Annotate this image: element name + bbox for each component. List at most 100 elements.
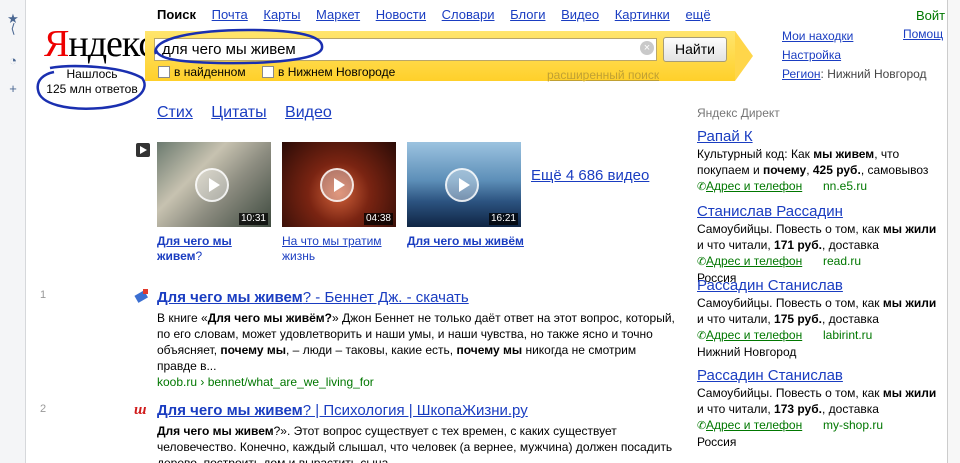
koob-icon — [134, 289, 148, 303]
snippet-text: , доставка — [821, 402, 879, 416]
video-title[interactable]: Для чего мы живём — [407, 234, 525, 261]
user-links: Мои находки Настройка Регион: Нижний Нов… — [782, 27, 927, 84]
ad-site[interactable]: nn.e5.ru — [823, 178, 867, 194]
result-url[interactable]: koob.ru › bennet/what_are_we_living_for — [157, 374, 677, 390]
result-title[interactable]: Для чего мы живем? | Психология | ШкопаЖ… — [157, 402, 677, 420]
highlight-text: мы живем — [813, 147, 875, 161]
service-news[interactable]: Новости — [376, 7, 426, 22]
service-maps[interactable]: Карты — [263, 7, 300, 22]
highlight-text: мы жили — [882, 296, 937, 310]
service-video[interactable]: Видео — [561, 7, 599, 22]
video-thumbnail[interactable]: 16:21 — [407, 142, 521, 227]
highlight-text: 425 руб. — [812, 163, 861, 177]
checkbox-box[interactable] — [158, 66, 170, 78]
snippet-text: , самовывоз — [860, 163, 929, 177]
phone-icon: ✆ — [697, 330, 707, 342]
highlight-text: почему — [763, 163, 807, 177]
snippet-text: Самоубийцы. Повесть о том, как — [697, 386, 883, 400]
plus-icon[interactable]: + — [6, 82, 20, 96]
ad-title[interactable]: Рассадин Станислав — [697, 367, 945, 385]
video-thumbnail[interactable]: 04:38 — [282, 142, 396, 227]
ad-site[interactable]: labirint.ru — [823, 327, 872, 343]
login-link[interactable]: Войт — [916, 8, 945, 23]
ad-title[interactable]: Станислав Рассадин — [697, 203, 945, 221]
ad-site[interactable]: my-shop.ru — [823, 417, 883, 433]
search-input[interactable]: для чего мы живем — [154, 38, 657, 61]
highlight-text: Для чего мы живем — [157, 424, 274, 438]
play-icon[interactable] — [320, 168, 354, 202]
snippet-text: Самоубийцы. Повесть о том, как — [697, 222, 883, 236]
find-button[interactable]: Найти — [663, 37, 727, 62]
scrollbar[interactable] — [947, 0, 960, 463]
ad-title[interactable]: Рапай К — [697, 128, 945, 146]
share-icon[interactable]: ⟨ — [6, 22, 20, 36]
ad-title[interactable]: Рассадин Станислав — [697, 277, 945, 295]
highlight-text: 175 руб. — [774, 312, 822, 326]
region-row: Регион: Нижний Новгород — [782, 65, 927, 84]
search-bar-arrow — [735, 31, 753, 81]
ad-address-link[interactable]: Адрес и телефон — [706, 328, 802, 342]
snippet-text: , доставка — [821, 312, 879, 326]
service-blogs[interactable]: Блоги — [510, 7, 545, 22]
search-result: Для чего мы живем? - Беннет Дж. - скачат… — [157, 289, 677, 390]
ad-block: Станислав Рассадин Самоубийцы. Повесть о … — [697, 203, 945, 286]
video-duration: 04:38 — [363, 213, 393, 225]
ad-block: Рассадин Станислав Самоубийцы. Повесть о … — [697, 277, 945, 360]
ad-text: Самоубийцы. Повесть о том, как мы жили и… — [697, 221, 945, 253]
ad-region: Нижний Новгород — [697, 345, 797, 359]
ad-meta: ✆Адрес и телефон nn.e5.ru — [697, 178, 945, 195]
highlight-text: Для чего мы живём? — [207, 311, 332, 325]
service-images[interactable]: Картинки — [615, 7, 670, 22]
yandex-serp: ★ ⟨ ◔ + Яндекс Нашлось 125 млн ответов П… — [0, 0, 960, 463]
tab-verse[interactable]: Стих — [157, 104, 193, 121]
ad-text: Самоубийцы. Повесть о том, как мы жили и… — [697, 385, 945, 417]
video-duration: 16:21 — [488, 213, 518, 225]
result-snippet: Для чего мы живем?». Этот вопрос существ… — [157, 423, 677, 463]
tab-quotes[interactable]: Цитаты — [211, 104, 266, 121]
service-dictionaries[interactable]: Словари — [442, 7, 495, 22]
snippet-text: Культурный код: Как — [697, 147, 814, 161]
highlight-text: 171 руб. — [774, 238, 822, 252]
snippet-text: , – люди – таковы, какие есть, — [286, 343, 457, 357]
service-more[interactable]: ещё — [685, 7, 710, 22]
search-in-region-checkbox[interactable]: в Нижнем Новгороде — [262, 65, 395, 79]
ad-address-link[interactable]: Адрес и телефон — [706, 179, 802, 193]
service-mail[interactable]: Почта — [212, 7, 248, 22]
services-nav: Поиск Почта Карты Маркет Новости Словари… — [157, 7, 723, 22]
result-number: 1 — [40, 289, 47, 301]
my-finds-link[interactable]: Мои находки — [782, 27, 927, 46]
results-count-value: 125 млн ответов — [46, 82, 138, 96]
settings-link[interactable]: Настройка — [782, 46, 927, 65]
ad-meta: ✆Адрес и телефон my-shop.ru — [697, 417, 945, 434]
video-thumbnail[interactable]: 10:31 — [157, 142, 271, 227]
clear-search-icon[interactable]: × — [640, 41, 654, 55]
clock-icon[interactable]: ◔ — [6, 54, 20, 68]
snippet-text: В книге « — [157, 311, 208, 325]
ad-address-link[interactable]: Адрес и телефон — [706, 418, 802, 432]
ad-site[interactable]: read.ru — [823, 253, 861, 269]
service-search: Поиск — [157, 7, 197, 22]
phone-icon: ✆ — [697, 420, 707, 432]
region-link[interactable]: Регион — [782, 67, 821, 81]
advanced-search-link[interactable]: расширенный поиск — [547, 68, 659, 82]
video-title[interactable]: На что мы тратим жизнь — [282, 234, 400, 261]
tab-video[interactable]: Видео — [285, 104, 332, 121]
play-icon[interactable] — [445, 168, 479, 202]
ad-text: Самоубийцы. Повесть о том, как мы жили и… — [697, 295, 945, 327]
highlight-text: 173 руб. — [774, 402, 822, 416]
search-in-found-checkbox[interactable]: в найденном — [158, 65, 246, 79]
checkbox-box[interactable] — [262, 66, 274, 78]
yandex-logo[interactable]: Яндекс — [44, 22, 155, 66]
ad-text: Культурный код: Как мы живем, что покупа… — [697, 146, 945, 178]
result-title[interactable]: Для чего мы живем? - Беннет Дж. - скачат… — [157, 289, 677, 307]
snippet-text: Самоубийцы. Повесть о том, как — [697, 296, 883, 310]
more-videos-link[interactable]: Ещё 4 686 видео — [531, 167, 649, 184]
play-icon[interactable] — [195, 168, 229, 202]
ad-address-link[interactable]: Адрес и телефон — [706, 254, 802, 268]
ad-block: Рассадин Станислав Самоубийцы. Повесть о … — [697, 367, 945, 450]
video-title[interactable]: Для чего мы живем? — [157, 234, 275, 261]
browser-sidebar: ★ ⟨ ◔ + — [0, 0, 26, 463]
yandex-direct-label[interactable]: Яндекс Директ — [697, 106, 780, 120]
service-market[interactable]: Маркет — [316, 7, 360, 22]
shkolazhizni-icon: ш — [134, 402, 147, 418]
